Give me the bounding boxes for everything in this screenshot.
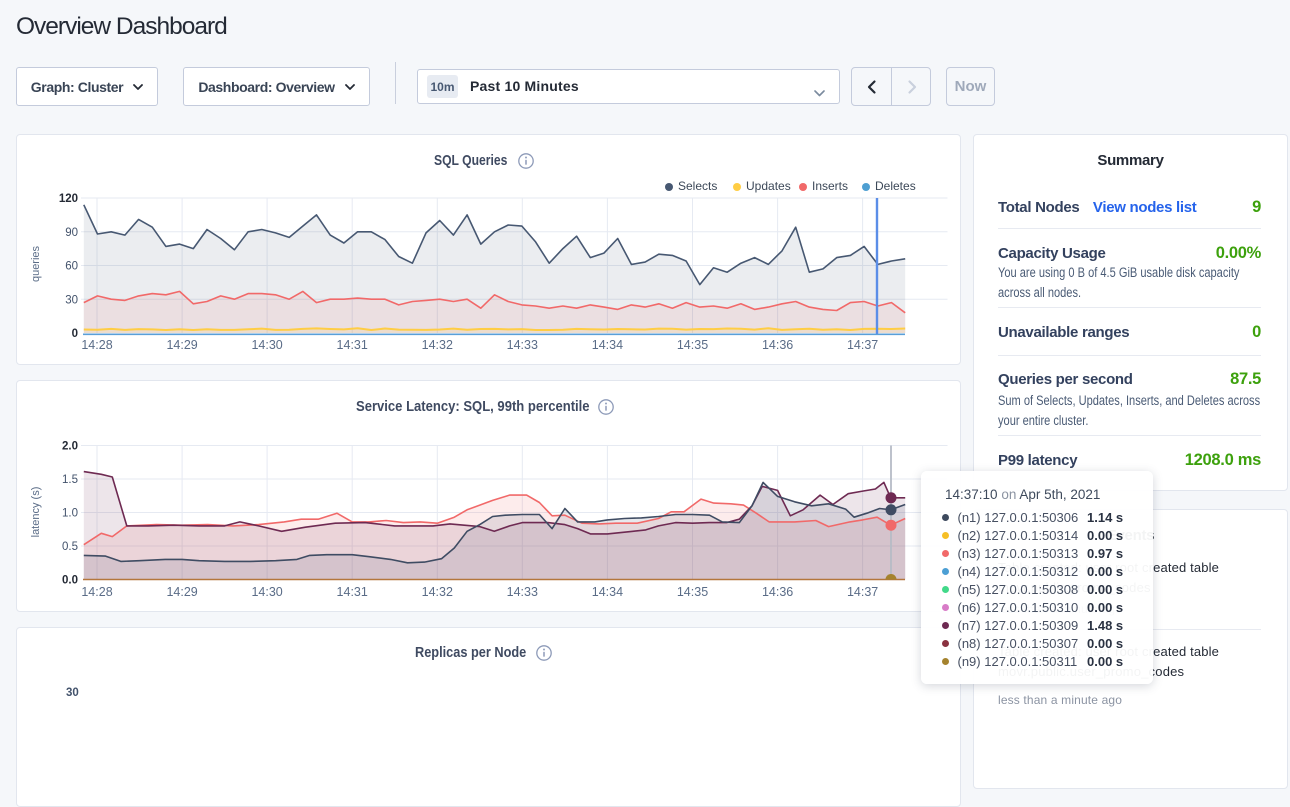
svg-text:2.0: 2.0 bbox=[62, 441, 78, 453]
svg-text:14:28: 14:28 bbox=[81, 338, 112, 352]
svg-text:1.5: 1.5 bbox=[62, 474, 78, 486]
svg-text:14:30: 14:30 bbox=[251, 338, 282, 352]
svg-text:0: 0 bbox=[72, 328, 78, 340]
svg-text:14:34: 14:34 bbox=[592, 585, 623, 599]
svg-text:14:36: 14:36 bbox=[762, 338, 793, 352]
svg-text:90: 90 bbox=[65, 227, 78, 239]
svg-text:14:28: 14:28 bbox=[81, 585, 112, 599]
svg-text:14:34: 14:34 bbox=[592, 338, 623, 352]
svg-text:14:31: 14:31 bbox=[337, 585, 368, 599]
svg-text:0.0: 0.0 bbox=[62, 575, 78, 587]
svg-text:14:33: 14:33 bbox=[507, 338, 538, 352]
svg-text:14:35: 14:35 bbox=[677, 585, 708, 599]
svg-text:120: 120 bbox=[59, 193, 78, 205]
svg-text:14:29: 14:29 bbox=[166, 338, 197, 352]
svg-text:14:37: 14:37 bbox=[847, 338, 878, 352]
svg-text:14:32: 14:32 bbox=[422, 585, 453, 599]
svg-text:14:30: 14:30 bbox=[251, 585, 282, 599]
svg-text:14:31: 14:31 bbox=[337, 338, 368, 352]
svg-text:14:37: 14:37 bbox=[847, 585, 878, 599]
svg-text:14:32: 14:32 bbox=[422, 338, 453, 352]
svg-text:queries: queries bbox=[30, 245, 42, 282]
svg-text:14:36: 14:36 bbox=[762, 585, 793, 599]
svg-text:1.0: 1.0 bbox=[62, 508, 78, 520]
svg-text:14:29: 14:29 bbox=[166, 585, 197, 599]
svg-text:30: 30 bbox=[65, 295, 78, 307]
svg-text:0.5: 0.5 bbox=[62, 541, 78, 553]
svg-text:14:33: 14:33 bbox=[507, 585, 538, 599]
svg-text:60: 60 bbox=[65, 261, 78, 273]
svg-text:14:35: 14:35 bbox=[677, 338, 708, 352]
svg-text:latency (s): latency (s) bbox=[30, 487, 42, 538]
